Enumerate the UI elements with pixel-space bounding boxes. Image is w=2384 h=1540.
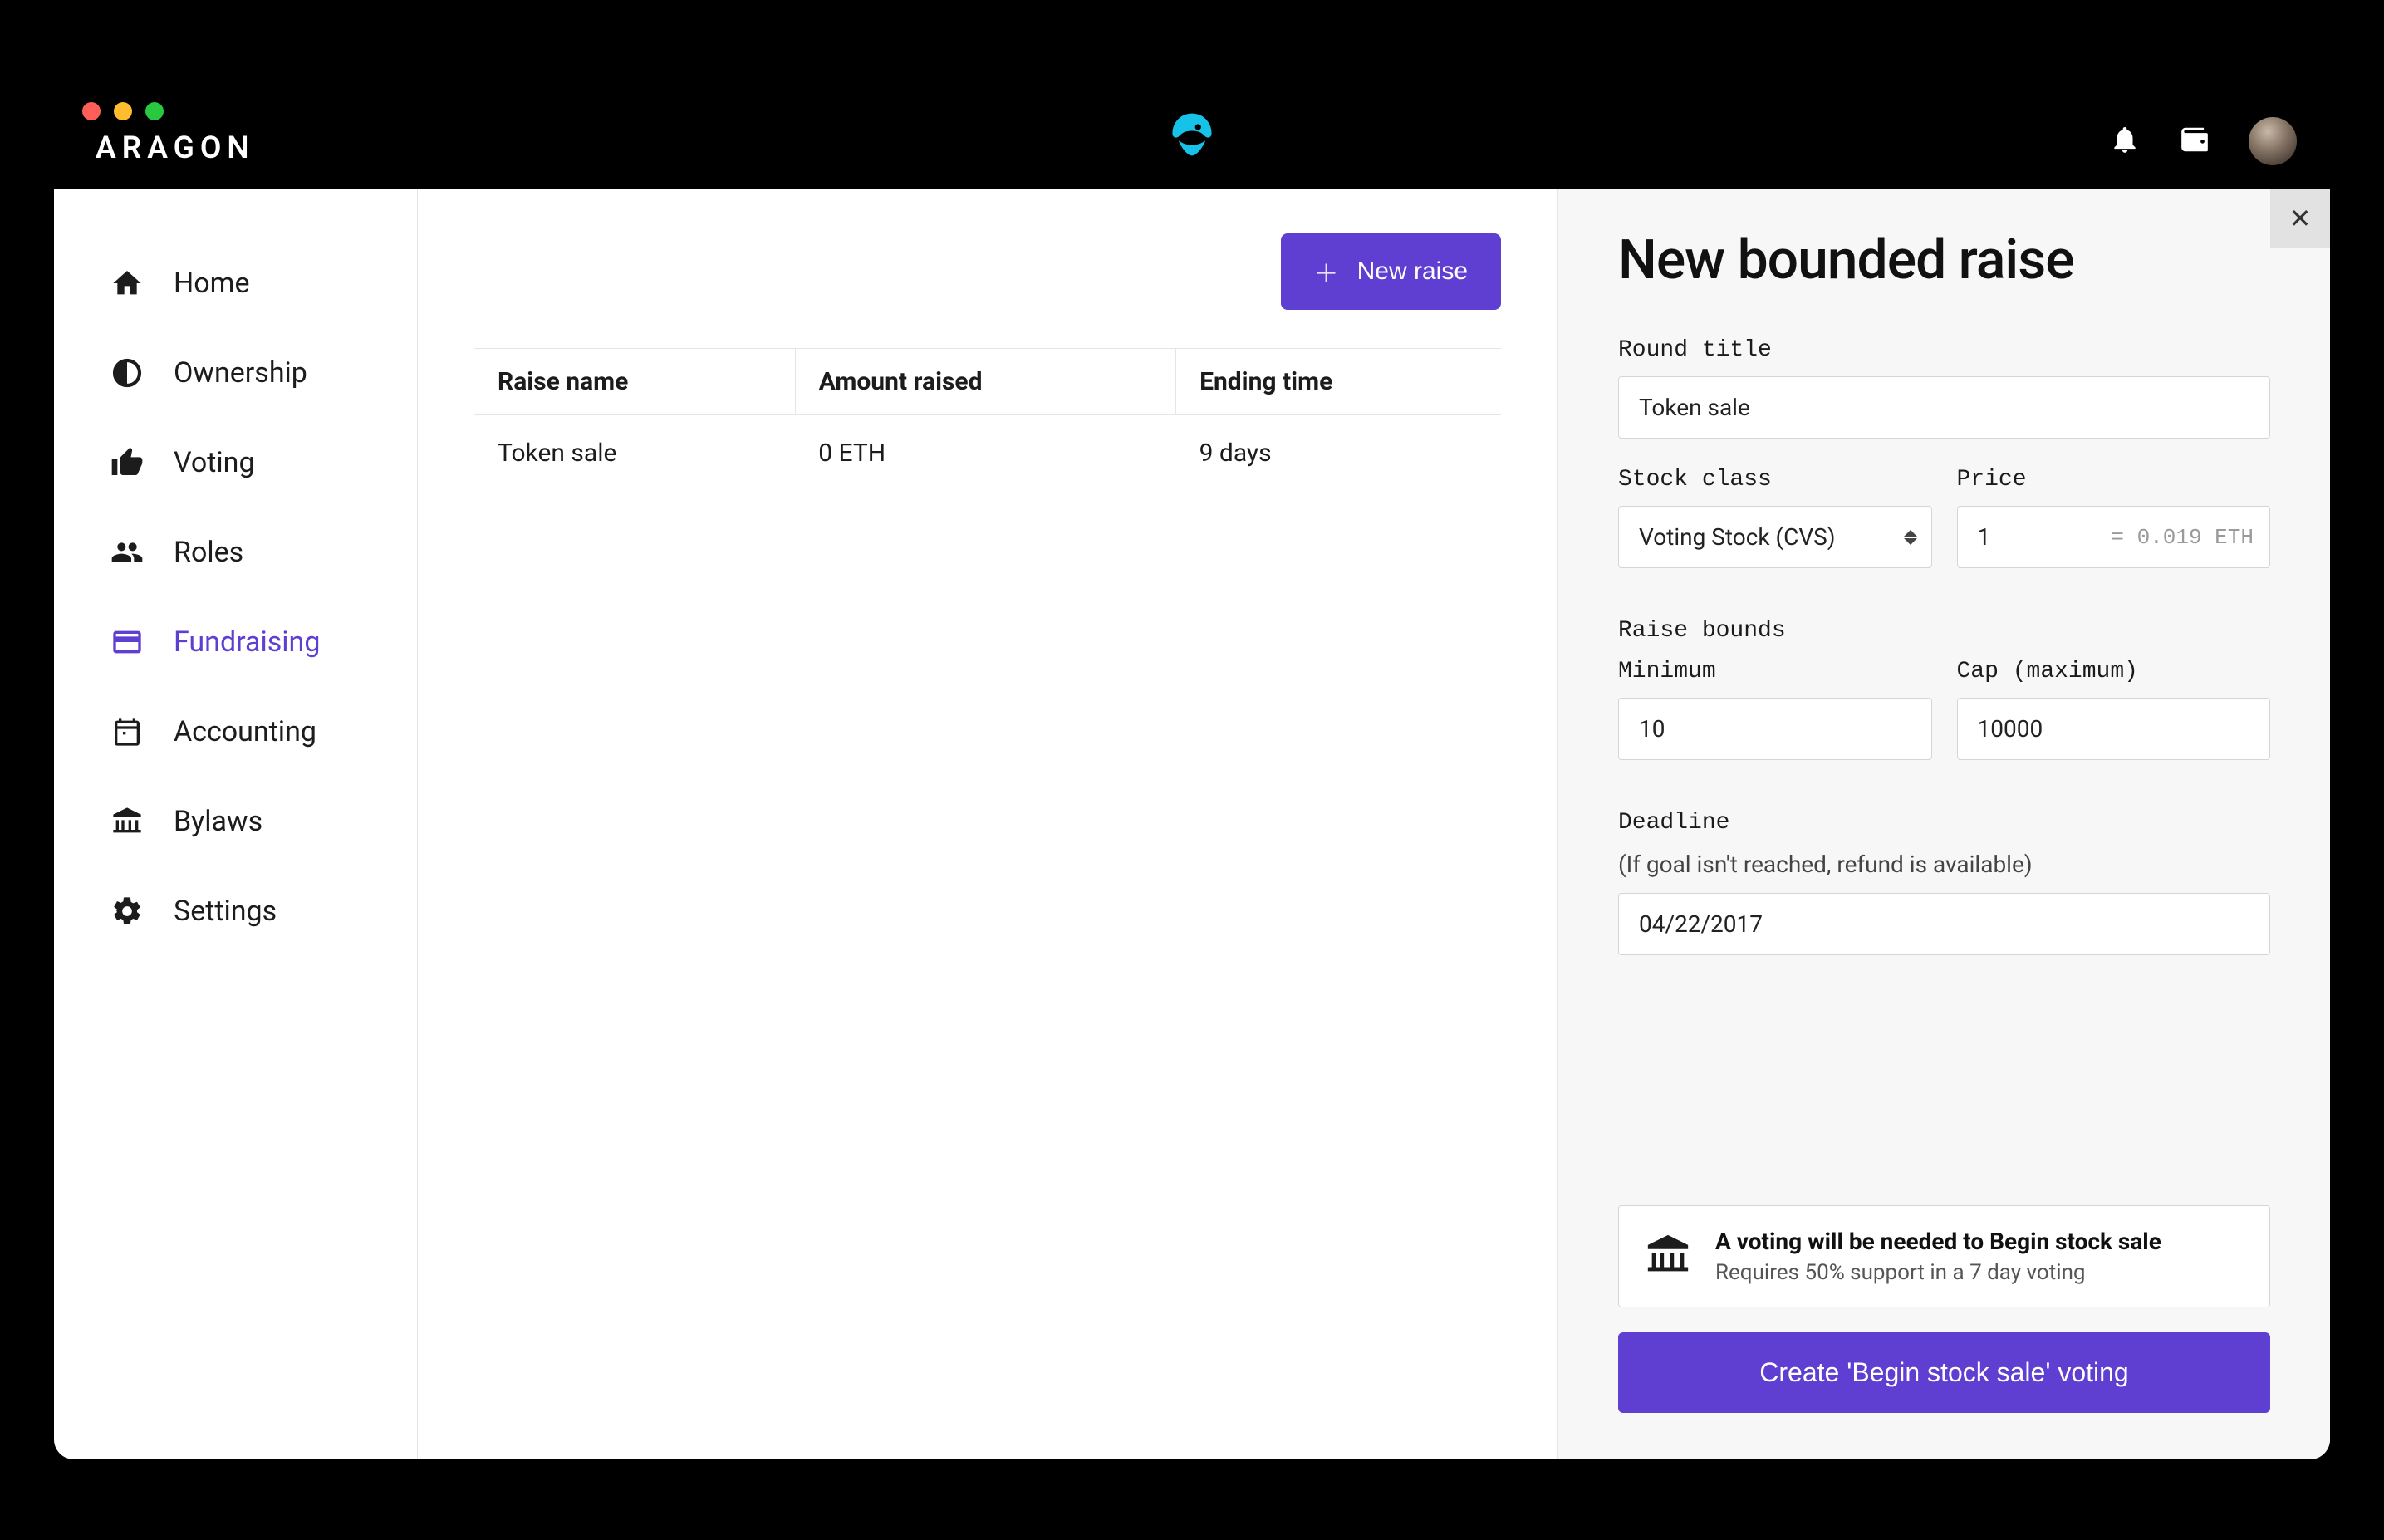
- col-amount-raised: Amount raised: [795, 349, 1175, 415]
- label-deadline: Deadline: [1618, 810, 2270, 836]
- cell-amount-raised: 0 ETH: [795, 415, 1175, 492]
- price-eth-equivalent: = 0.019 ETH: [2111, 525, 2254, 550]
- sidebar-item-home[interactable]: Home: [54, 238, 417, 328]
- main-content: ＋ New raise Raise name Amount raised End…: [418, 189, 1557, 1459]
- window-maximize-button[interactable]: [145, 102, 164, 120]
- sidebar-item-voting[interactable]: Voting: [54, 418, 417, 508]
- sidebar-item-accounting[interactable]: Accounting: [54, 687, 417, 777]
- bank-icon: [1644, 1231, 1692, 1283]
- table-row[interactable]: Token sale 0 ETH 9 days: [474, 415, 1501, 492]
- cap-input[interactable]: [1957, 698, 2271, 760]
- minimum-input[interactable]: [1618, 698, 1932, 760]
- create-voting-button[interactable]: Create 'Begin stock sale' voting: [1618, 1332, 2270, 1413]
- raises-table: Raise name Amount raised Ending time Tok…: [474, 348, 1501, 491]
- sidebar-item-bylaws[interactable]: Bylaws: [54, 777, 417, 866]
- label-round-title: Round title: [1618, 337, 2270, 363]
- panel-title: New bounded raise: [1618, 228, 2270, 292]
- window-minimize-button[interactable]: [114, 102, 132, 120]
- label-stock-class: Stock class: [1618, 467, 1932, 493]
- label-cap: Cap (maximum): [1957, 659, 2271, 684]
- new-raise-panel: ✕ New bounded raise Round title Stock cl…: [1557, 189, 2330, 1459]
- app-window: ARAGON Home Ownership: [54, 81, 2330, 1459]
- window-controls: [82, 102, 164, 120]
- sidebar-item-roles[interactable]: Roles: [54, 508, 417, 597]
- label-raise-bounds: Raise bounds: [1618, 618, 2270, 644]
- sidebar-item-label: Home: [174, 267, 250, 300]
- sidebar-item-fundraising[interactable]: Fundraising: [54, 597, 417, 687]
- stock-class-select[interactable]: Voting Stock (CVS): [1618, 506, 1932, 568]
- notice-body: Requires 50% support in a 7 day voting: [1715, 1260, 2161, 1285]
- label-minimum: Minimum: [1618, 659, 1932, 684]
- col-raise-name: Raise name: [474, 349, 795, 415]
- new-raise-label: New raise: [1357, 257, 1468, 286]
- voting-icon: [110, 446, 144, 479]
- cell-ending-time: 9 days: [1176, 415, 1501, 492]
- sidebar-item-label: Accounting: [174, 715, 316, 748]
- col-ending-time: Ending time: [1176, 349, 1501, 415]
- label-price: Price: [1957, 467, 2271, 493]
- notice-title: A voting will be needed to Begin stock s…: [1715, 1228, 2161, 1255]
- notifications-icon[interactable]: [2109, 124, 2141, 159]
- fundraising-icon: [110, 625, 144, 659]
- gear-icon: [110, 895, 144, 928]
- sidebar-item-label: Bylaws: [174, 805, 262, 838]
- eagle-icon: [1168, 110, 1216, 162]
- roles-icon: [110, 536, 144, 569]
- plus-icon: ＋: [1314, 253, 1339, 290]
- home-icon: [110, 267, 144, 300]
- voting-notice: A voting will be needed to Begin stock s…: [1618, 1205, 2270, 1307]
- sidebar-item-label: Roles: [174, 536, 243, 569]
- ownership-icon: [110, 356, 144, 390]
- label-deadline-hint: (If goal isn't reached, refund is availa…: [1618, 851, 2270, 878]
- close-icon[interactable]: ✕: [2270, 189, 2330, 248]
- sidebar-item-settings[interactable]: Settings: [54, 866, 417, 956]
- titlebar: ARAGON: [54, 81, 2330, 189]
- bylaws-icon: [110, 805, 144, 838]
- sidebar-item-label: Ownership: [174, 356, 307, 390]
- sidebar: Home Ownership Voting Roles Fundraising …: [54, 189, 418, 1459]
- sidebar-item-label: Settings: [174, 895, 277, 928]
- wallet-icon[interactable]: [2179, 124, 2210, 159]
- deadline-input[interactable]: [1618, 893, 2270, 955]
- sidebar-item-label: Voting: [174, 446, 255, 479]
- round-title-input[interactable]: [1618, 376, 2270, 439]
- new-raise-button[interactable]: ＋ New raise: [1281, 233, 1501, 310]
- cell-raise-name: Token sale: [474, 415, 795, 492]
- chevron-updown-icon: [1904, 530, 1917, 545]
- brand-logo: ARAGON: [96, 130, 255, 166]
- accounting-icon: [110, 715, 144, 748]
- sidebar-item-ownership[interactable]: Ownership: [54, 328, 417, 418]
- window-close-button[interactable]: [82, 102, 101, 120]
- avatar[interactable]: [2249, 117, 2297, 165]
- sidebar-item-label: Fundraising: [174, 625, 320, 659]
